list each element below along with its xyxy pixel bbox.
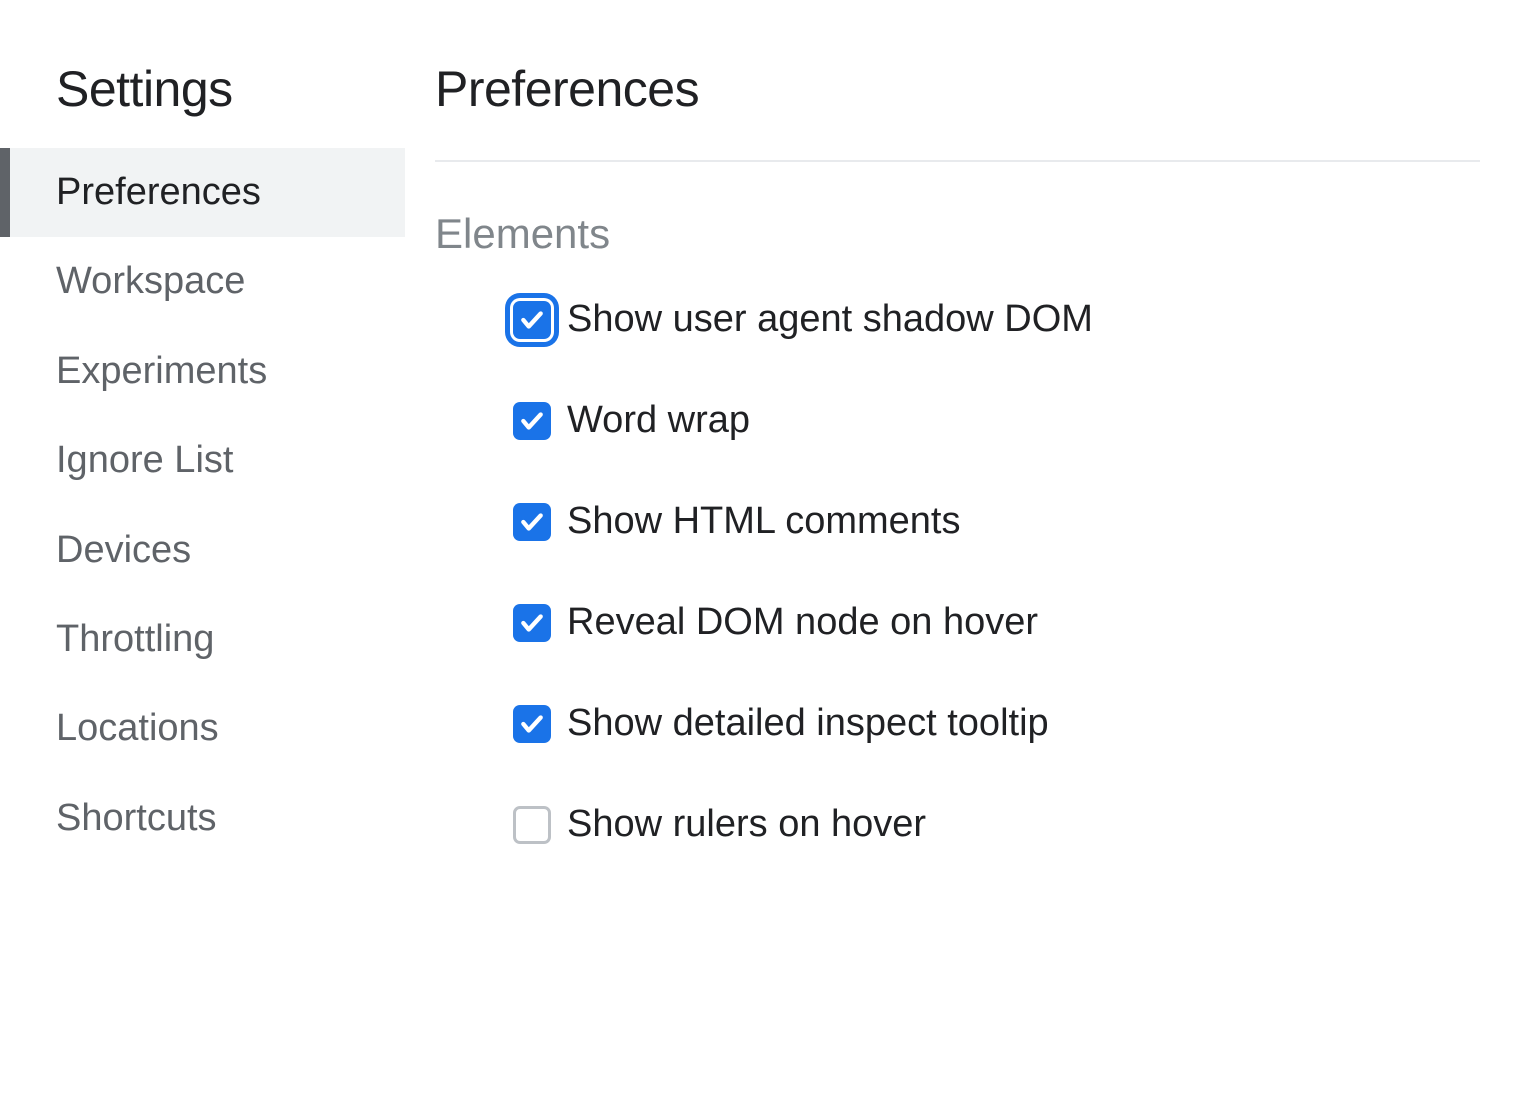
check-icon <box>519 610 545 636</box>
option-show-user-agent-shadow-dom[interactable]: Show user agent shadow DOM <box>435 298 1480 341</box>
option-label: Show HTML comments <box>567 500 960 543</box>
option-label: Word wrap <box>567 399 750 442</box>
option-label: Show detailed inspect tooltip <box>567 702 1049 745</box>
check-icon <box>519 307 545 333</box>
check-icon <box>519 509 545 535</box>
sidebar-item-shortcuts[interactable]: Shortcuts <box>0 774 405 863</box>
option-show-detailed-inspect-tooltip[interactable]: Show detailed inspect tooltip <box>435 702 1480 745</box>
option-label: Reveal DOM node on hover <box>567 601 1038 644</box>
sidebar-item-preferences[interactable]: Preferences <box>0 148 405 237</box>
option-label: Show rulers on hover <box>567 803 926 846</box>
sidebar-item-label: Shortcuts <box>56 797 217 839</box>
checkbox[interactable] <box>513 604 551 642</box>
sidebar-item-label: Ignore List <box>56 439 233 481</box>
section-heading: Elements <box>435 210 1480 258</box>
checkbox[interactable] <box>513 705 551 743</box>
checkbox[interactable] <box>513 301 551 339</box>
option-label: Show user agent shadow DOM <box>567 298 1093 341</box>
option-show-rulers-on-hover[interactable]: Show rulers on hover <box>435 803 1480 846</box>
checkbox[interactable] <box>513 503 551 541</box>
sidebar-item-label: Workspace <box>56 260 245 302</box>
checkbox[interactable] <box>513 806 551 844</box>
sidebar-item-ignore-list[interactable]: Ignore List <box>0 416 405 505</box>
sidebar-item-label: Devices <box>56 529 191 571</box>
main-content: Preferences Elements Show user agent sha… <box>405 60 1520 1110</box>
sidebar-item-label: Experiments <box>56 350 267 392</box>
sidebar-item-experiments[interactable]: Experiments <box>0 327 405 416</box>
sidebar-item-label: Throttling <box>56 618 214 660</box>
sidebar: Settings Preferences Workspace Experimen… <box>0 60 405 1110</box>
option-show-html-comments[interactable]: Show HTML comments <box>435 500 1480 543</box>
sidebar-item-locations[interactable]: Locations <box>0 684 405 773</box>
sidebar-item-throttling[interactable]: Throttling <box>0 595 405 684</box>
sidebar-item-label: Preferences <box>56 171 261 213</box>
option-word-wrap[interactable]: Word wrap <box>435 399 1480 442</box>
check-icon <box>519 711 545 737</box>
sidebar-item-workspace[interactable]: Workspace <box>0 237 405 326</box>
check-icon <box>519 408 545 434</box>
option-reveal-dom-node-on-hover[interactable]: Reveal DOM node on hover <box>435 601 1480 644</box>
sidebar-item-devices[interactable]: Devices <box>0 506 405 595</box>
sidebar-title: Settings <box>0 60 405 148</box>
page-title: Preferences <box>435 60 1480 162</box>
checkbox[interactable] <box>513 402 551 440</box>
sidebar-item-label: Locations <box>56 707 219 749</box>
